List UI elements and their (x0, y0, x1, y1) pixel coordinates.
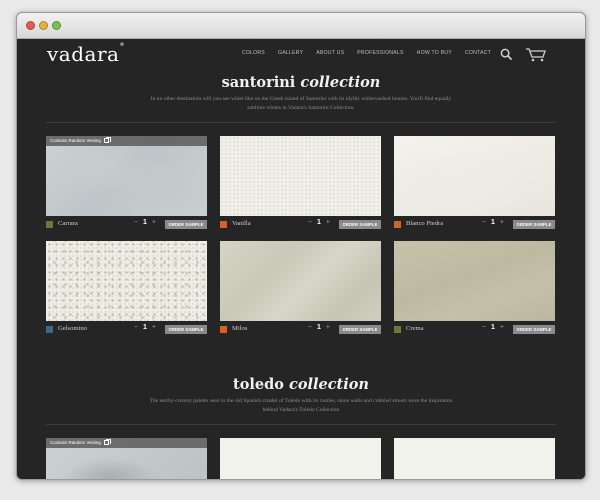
copy-icon (103, 137, 112, 143)
close-window-button[interactable] (26, 21, 35, 30)
quantity-value: 1 (143, 324, 147, 331)
swatch-image[interactable] (220, 241, 381, 321)
site-header: vadara® COLORS GALLERY ABOUT US PROFESSI… (17, 39, 585, 71)
nav-about-us[interactable]: ABOUT US (316, 50, 344, 56)
plus-button[interactable]: + (500, 324, 504, 331)
main-nav: COLORS GALLERY ABOUT US PROFESSIONALS HO… (242, 50, 491, 56)
santorini-collection: santorini collection In no other destina… (17, 74, 585, 338)
collection-title: toledo collection (233, 376, 369, 393)
order-sample-button[interactable]: ORDER SAMPLE (339, 325, 381, 334)
divider (46, 122, 556, 123)
minimize-window-button[interactable] (39, 21, 48, 30)
swatch-image[interactable]: Contains Random Veining (46, 438, 207, 479)
quantity-value: 1 (317, 324, 321, 331)
nav-how-to-buy[interactable]: HOW TO BUY (417, 50, 452, 56)
plus-button[interactable]: + (152, 219, 156, 226)
cart-icon[interactable] (525, 47, 547, 62)
stone-name: Blanco Piedra (406, 220, 444, 227)
color-chip (394, 221, 401, 228)
vadara-logo[interactable]: vadara® (47, 42, 125, 66)
swatch-grid: Contains Random Veining (46, 438, 556, 479)
color-chip (46, 221, 53, 228)
quantity-stepper: −1 + (308, 324, 330, 331)
minus-button[interactable]: − (308, 324, 312, 331)
random-veining-badge: Contains Random Veining (46, 136, 207, 146)
swatch-image[interactable] (220, 136, 381, 216)
quantity-value: 1 (491, 219, 495, 226)
swatch-card (394, 438, 555, 479)
plus-button[interactable]: + (326, 324, 330, 331)
nav-colors[interactable]: COLORS (242, 50, 265, 56)
quantity-stepper: −1 + (134, 219, 156, 226)
swatch-controls: Vanilla −1 + ORDER SAMPLE (220, 218, 381, 233)
order-sample-button[interactable]: ORDER SAMPLE (513, 220, 555, 229)
swatch-card: Blanco Piedra −1 + ORDER SAMPLE (394, 136, 555, 233)
stone-name: Vanilla (232, 220, 251, 227)
minus-button[interactable]: − (482, 324, 486, 331)
swatch-controls: Blanco Piedra −1 + ORDER SAMPLE (394, 218, 555, 233)
toledo-collection: toledo collection The earthy-creamy pale… (17, 376, 585, 479)
stone-name: Milos (232, 325, 248, 332)
stone-name: Carrara (58, 220, 78, 227)
random-veining-badge: Contains Random Veining (46, 438, 207, 448)
quantity-value: 1 (317, 219, 321, 226)
quantity-stepper: −1 + (482, 324, 504, 331)
swatch-image[interactable] (46, 241, 207, 321)
order-sample-button[interactable]: ORDER SAMPLE (339, 220, 381, 229)
minus-button[interactable]: − (308, 219, 312, 226)
quantity-stepper: −1 + (482, 219, 504, 226)
color-chip (220, 326, 227, 333)
minus-button[interactable]: − (134, 219, 138, 226)
nav-gallery[interactable]: GALLERY (278, 50, 303, 56)
swatch-controls: Gelsomino −1 + ORDER SAMPLE (46, 323, 207, 338)
order-sample-button[interactable]: ORDER SAMPLE (165, 325, 207, 334)
swatch-controls: Crema −1 + ORDER SAMPLE (394, 323, 555, 338)
quantity-value: 1 (491, 324, 495, 331)
title-bar (17, 13, 585, 39)
swatch-controls: Milos −1 + ORDER SAMPLE (220, 323, 381, 338)
collection-title: santorini collection (221, 74, 381, 91)
swatch-image[interactable]: Contains Random Veining (46, 136, 207, 216)
swatch-image[interactable] (394, 136, 555, 216)
nav-professionals[interactable]: PROFESSIONALS (357, 50, 403, 56)
order-sample-button[interactable]: ORDER SAMPLE (165, 220, 207, 229)
collection-description: In no other destination will you see whi… (150, 96, 452, 111)
swatch-card: Gelsomino −1 + ORDER SAMPLE (46, 241, 207, 338)
swatch-card (220, 438, 381, 479)
quantity-stepper: −1 + (134, 324, 156, 331)
collection-description: The earthy-creamy palette seen in the ol… (149, 398, 453, 413)
stone-name: Gelsomino (58, 325, 87, 332)
order-sample-button[interactable]: ORDER SAMPLE (513, 325, 555, 334)
swatch-card: Contains Random Veining (46, 438, 207, 479)
nav-contact[interactable]: CONTACT (465, 50, 491, 56)
plus-button[interactable]: + (500, 219, 504, 226)
swatch-image[interactable] (220, 438, 381, 479)
browser-window: vadara® COLORS GALLERY ABOUT US PROFESSI… (16, 12, 586, 480)
divider (46, 424, 556, 425)
quantity-stepper: −1 + (308, 219, 330, 226)
swatch-card: Crema −1 + ORDER SAMPLE (394, 241, 555, 338)
swatch-grid: Contains Random Veining Carrara −1 + ORDE… (46, 136, 556, 338)
minus-button[interactable]: − (134, 324, 138, 331)
swatch-card: Milos −1 + ORDER SAMPLE (220, 241, 381, 338)
copy-icon (103, 439, 112, 445)
swatch-image[interactable] (394, 438, 555, 479)
plus-button[interactable]: + (326, 219, 330, 226)
minus-button[interactable]: − (482, 219, 486, 226)
search-icon[interactable] (500, 48, 513, 61)
stone-name: Crema (406, 325, 424, 332)
swatch-card: Vanilla −1 + ORDER SAMPLE (220, 136, 381, 233)
color-chip (220, 221, 227, 228)
color-chip (46, 326, 53, 333)
page-content: vadara® COLORS GALLERY ABOUT US PROFESSI… (17, 39, 585, 479)
quantity-value: 1 (143, 219, 147, 226)
swatch-controls: Carrara −1 + ORDER SAMPLE (46, 218, 207, 233)
swatch-card: Contains Random Veining Carrara −1 + ORDE… (46, 136, 207, 233)
color-chip (394, 326, 401, 333)
swatch-image[interactable] (394, 241, 555, 321)
plus-button[interactable]: + (152, 324, 156, 331)
zoom-window-button[interactable] (52, 21, 61, 30)
